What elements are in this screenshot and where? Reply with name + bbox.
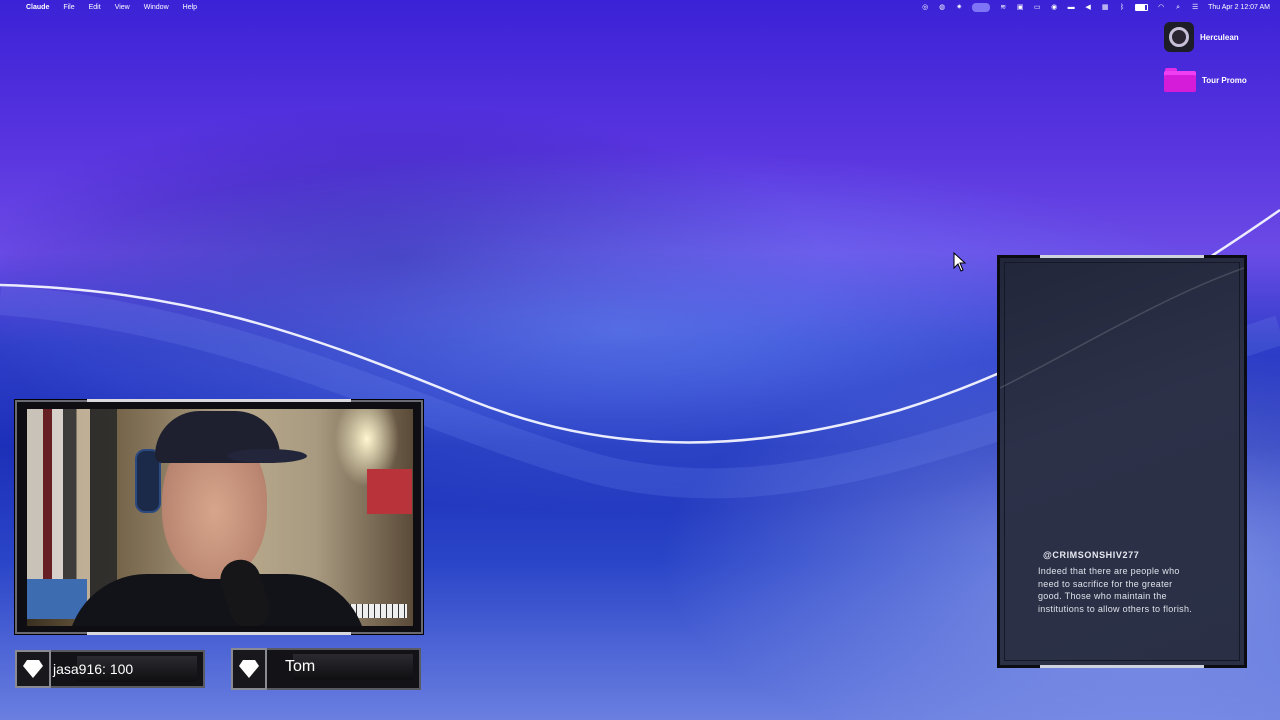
webcam-video (27, 409, 413, 626)
search-icon[interactable]: ⌕ (1174, 4, 1182, 11)
desktop-icon-tour-promo[interactable]: Tour Promo (1164, 68, 1247, 92)
chat-overlay-panel: @CRIMSONSHIV277 Indeed that there are pe… (997, 255, 1247, 668)
wifi-icon[interactable]: ◠ (1157, 4, 1165, 11)
menu-bar: Claude File Edit View Window Help ◎ ◍ ✷ … (0, 0, 1280, 14)
play-icon[interactable]: ◉ (1050, 4, 1058, 11)
battery-icon[interactable] (1135, 3, 1149, 11)
menu-view[interactable]: View (115, 4, 130, 11)
car-icon[interactable]: ▬ (1067, 4, 1075, 11)
shield-icon[interactable]: ▦ (1101, 4, 1109, 11)
sun-icon[interactable]: ✷ (955, 4, 963, 11)
display-icon[interactable] (972, 2, 991, 12)
menu-help[interactable]: Help (183, 4, 197, 11)
screen-record-icon[interactable]: ◎ (921, 4, 929, 11)
waveform-icon[interactable]: ≋ (999, 4, 1007, 11)
mouse-pointer-icon (953, 252, 967, 272)
calendar-icon[interactable]: ▣ (1016, 4, 1024, 11)
folder-icon (1164, 68, 1196, 92)
activity-icon[interactable]: ◍ (938, 4, 946, 11)
menu-edit[interactable]: Edit (89, 4, 101, 11)
name-plate: Tom (231, 648, 421, 690)
menu-window[interactable]: Window (144, 4, 169, 11)
desktop-icon-label: Tour Promo (1202, 75, 1247, 85)
bluetooth-icon[interactable]: ᛒ (1118, 4, 1126, 11)
desktop-icon-label: Herculean (1200, 32, 1239, 42)
menu-file[interactable]: File (63, 4, 74, 11)
menubar-clock[interactable]: Thu Apr 2 12:07 AM (1208, 4, 1270, 11)
desktop-icon-herculean[interactable]: Herculean (1164, 22, 1239, 52)
menu-app-name[interactable]: Claude (26, 4, 49, 11)
chat-message: Indeed that there are people who need to… (1038, 566, 1193, 614)
album-art-icon (1164, 22, 1194, 52)
diamond-icon (23, 660, 43, 678)
donor-plate: jasa916: 100 (15, 650, 205, 688)
volume-icon[interactable]: ◀ (1084, 4, 1092, 11)
streamer-name: Tom (285, 658, 316, 675)
control-center-icon[interactable]: ☰ (1191, 4, 1199, 11)
diamond-icon (239, 660, 259, 678)
chat-username: @CRIMSONSHIV277 (1043, 550, 1140, 560)
donor-text: jasa916: 100 (53, 661, 134, 677)
screen-mirror-icon[interactable]: ▭ (1033, 4, 1041, 11)
webcam-frame (15, 399, 423, 635)
